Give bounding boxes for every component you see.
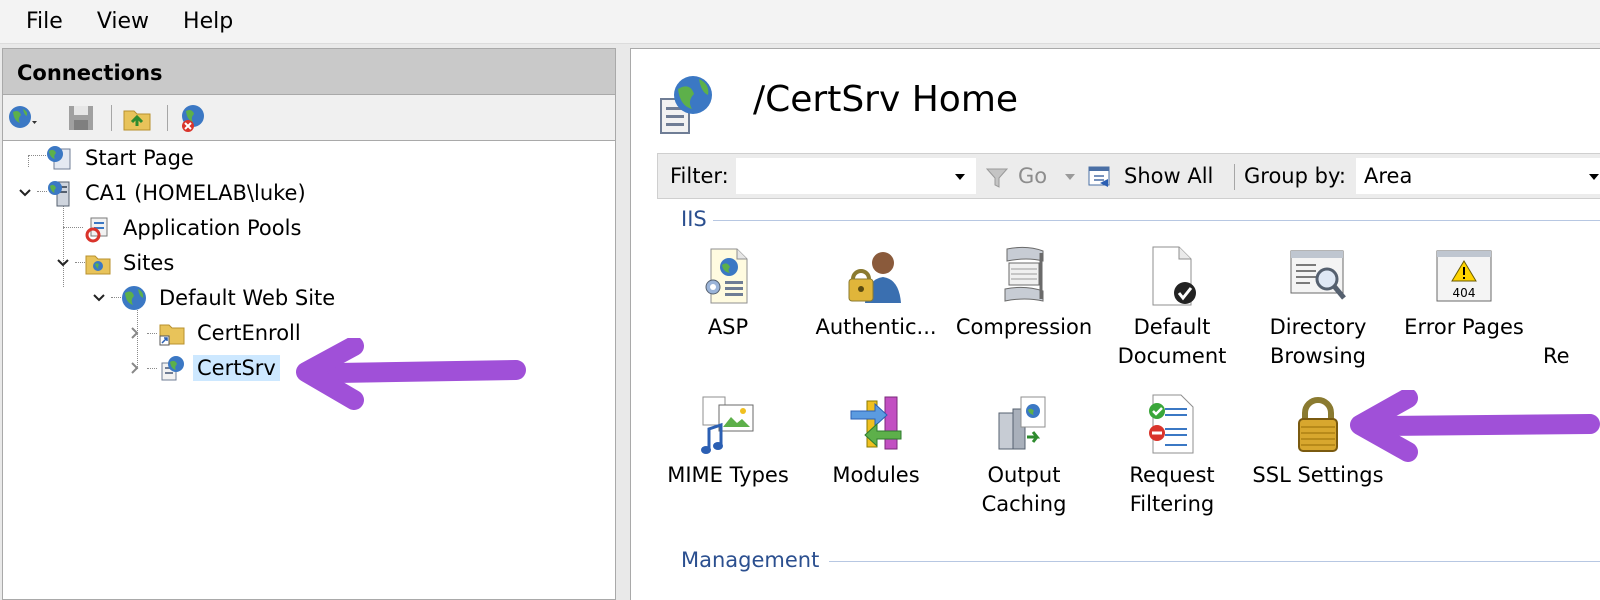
menu-file[interactable]: File — [26, 9, 63, 34]
globe-icon — [122, 286, 146, 310]
feature-asp[interactable]: ASP — [653, 245, 803, 342]
feature-authentication[interactable]: Authentic... — [801, 245, 951, 342]
sites-folder-icon — [85, 255, 111, 275]
connections-toolbar — [3, 95, 615, 141]
feature-label: SSL Settings — [1252, 463, 1384, 487]
filter-input[interactable] — [736, 158, 976, 194]
iis-manager-window: File View Help Connections Start Page CA… — [0, 0, 1600, 600]
feature-label: Directory Browsing — [1269, 315, 1367, 368]
filter-dropdown-icon[interactable] — [954, 172, 966, 182]
folder-shortcut-icon — [159, 324, 185, 346]
feature-label: Compression — [955, 315, 1093, 339]
default-document-icon — [1152, 246, 1196, 306]
tree-item-default-web-site[interactable]: Default Web Site — [119, 281, 339, 315]
error-pages-icon: 404 — [1436, 250, 1492, 302]
feature-compression[interactable]: Compression — [949, 245, 1099, 342]
feature-directory-browsing[interactable]: Directory Browsing — [1243, 245, 1393, 371]
tree-item-start-page[interactable]: Start Page — [45, 141, 198, 175]
collapse-chevron-icon[interactable] — [91, 290, 107, 306]
annotation-arrow-icon — [296, 338, 526, 410]
feature-label: Output Caching — [981, 463, 1067, 516]
authentication-icon — [848, 252, 901, 303]
feature-label: ASP — [707, 315, 749, 339]
application-icon — [161, 356, 184, 381]
compression-icon — [1004, 246, 1044, 302]
directory-browsing-icon — [1290, 250, 1346, 300]
feature-output-caching[interactable]: Output Caching — [949, 393, 1099, 519]
menu-view[interactable]: View — [97, 9, 149, 34]
show-all-icon — [1088, 166, 1110, 187]
tree-item-certenroll[interactable]: CertEnroll — [157, 316, 305, 350]
feature-label: Request Filtering — [1129, 463, 1215, 516]
tree-label: Application Pools — [123, 216, 302, 240]
section-divider — [829, 561, 1600, 562]
connections-header: Connections — [3, 49, 615, 95]
asp-icon — [705, 248, 748, 304]
connect-globe-icon[interactable] — [7, 102, 39, 134]
tree-item-server[interactable]: CA1 (HOMELAB\luke) — [45, 176, 310, 210]
group-by-select[interactable]: Area — [1356, 158, 1600, 194]
tree-label: Sites — [123, 251, 175, 275]
feature-error-pages[interactable]: 404 Error Pages — [1389, 245, 1539, 342]
feature-label: Re — [1543, 344, 1570, 368]
tree-label: CertSrv — [193, 355, 280, 381]
page-title: /CertSrv Home — [753, 79, 1019, 120]
mime-types-icon — [701, 396, 754, 454]
annotation-arrow-icon — [1350, 390, 1600, 462]
section-divider — [713, 220, 1600, 221]
feature-modules[interactable]: Modules — [801, 393, 951, 490]
feature-label: Modules — [832, 463, 920, 487]
feature-label: Error Pages — [1404, 315, 1524, 339]
go-button[interactable]: Go — [1018, 164, 1047, 188]
application-pools-icon — [85, 217, 108, 243]
start-page-icon — [47, 146, 71, 170]
modules-icon — [850, 396, 902, 450]
up-folder-icon[interactable] — [121, 102, 153, 134]
expand-chevron-icon[interactable] — [127, 325, 143, 341]
tree-item-sites[interactable]: Sites — [83, 246, 178, 280]
tree-label: CA1 (HOMELAB\luke) — [85, 181, 306, 205]
filter-toolbar: Filter: Go Show All Group by: Area — [657, 153, 1600, 199]
group-by-label: Group by: — [1244, 164, 1346, 188]
output-caching-icon — [998, 396, 1046, 450]
server-icon — [48, 181, 70, 207]
svg-text:404: 404 — [1453, 286, 1476, 300]
go-dropdown-icon[interactable] — [1064, 172, 1076, 182]
collapse-chevron-icon[interactable] — [55, 255, 71, 271]
group-by-dropdown-icon[interactable] — [1588, 172, 1600, 182]
feature-label: Default Document — [1117, 315, 1227, 368]
feature-default-document[interactable]: Default Document — [1097, 245, 1247, 371]
menu-help[interactable]: Help — [183, 9, 233, 34]
tree-label: Default Web Site — [159, 286, 336, 310]
feature-label: Authentic... — [815, 315, 937, 339]
tree-label: Start Page — [85, 146, 194, 170]
show-all-button[interactable]: Show All — [1124, 164, 1213, 188]
save-icon[interactable] — [65, 102, 97, 134]
section-management: Management — [681, 548, 820, 572]
group-by-value: Area — [1364, 164, 1413, 188]
feature-label: MIME Types — [667, 463, 789, 487]
filter-label: Filter: — [670, 164, 729, 188]
tree-item-application-pools[interactable]: Application Pools — [83, 211, 305, 245]
request-filtering-icon — [1149, 394, 1194, 454]
collapse-chevron-icon[interactable] — [17, 185, 33, 201]
tree-label: CertEnroll — [197, 321, 301, 345]
disconnect-icon[interactable] — [177, 102, 209, 134]
section-iis: IIS — [681, 207, 707, 231]
ssl-settings-icon — [1298, 397, 1338, 452]
feature-request-filtering[interactable]: Request Filtering — [1097, 393, 1247, 519]
feature-cut-off[interactable]: Re — [1535, 245, 1600, 371]
application-home-icon — [660, 76, 712, 134]
features-view: /CertSrv Home Filter: Go Show All Group … — [630, 48, 1600, 600]
connections-panel: Connections Start Page CA1 (HOMELAB\luke… — [2, 48, 616, 600]
go-funnel-icon — [985, 168, 1009, 188]
tree-item-certsrv[interactable]: CertSrv — [157, 351, 280, 385]
menu-bar: File View Help — [0, 0, 1600, 44]
feature-mime-types[interactable]: MIME Types — [653, 393, 803, 490]
expand-chevron-icon[interactable] — [127, 360, 143, 376]
